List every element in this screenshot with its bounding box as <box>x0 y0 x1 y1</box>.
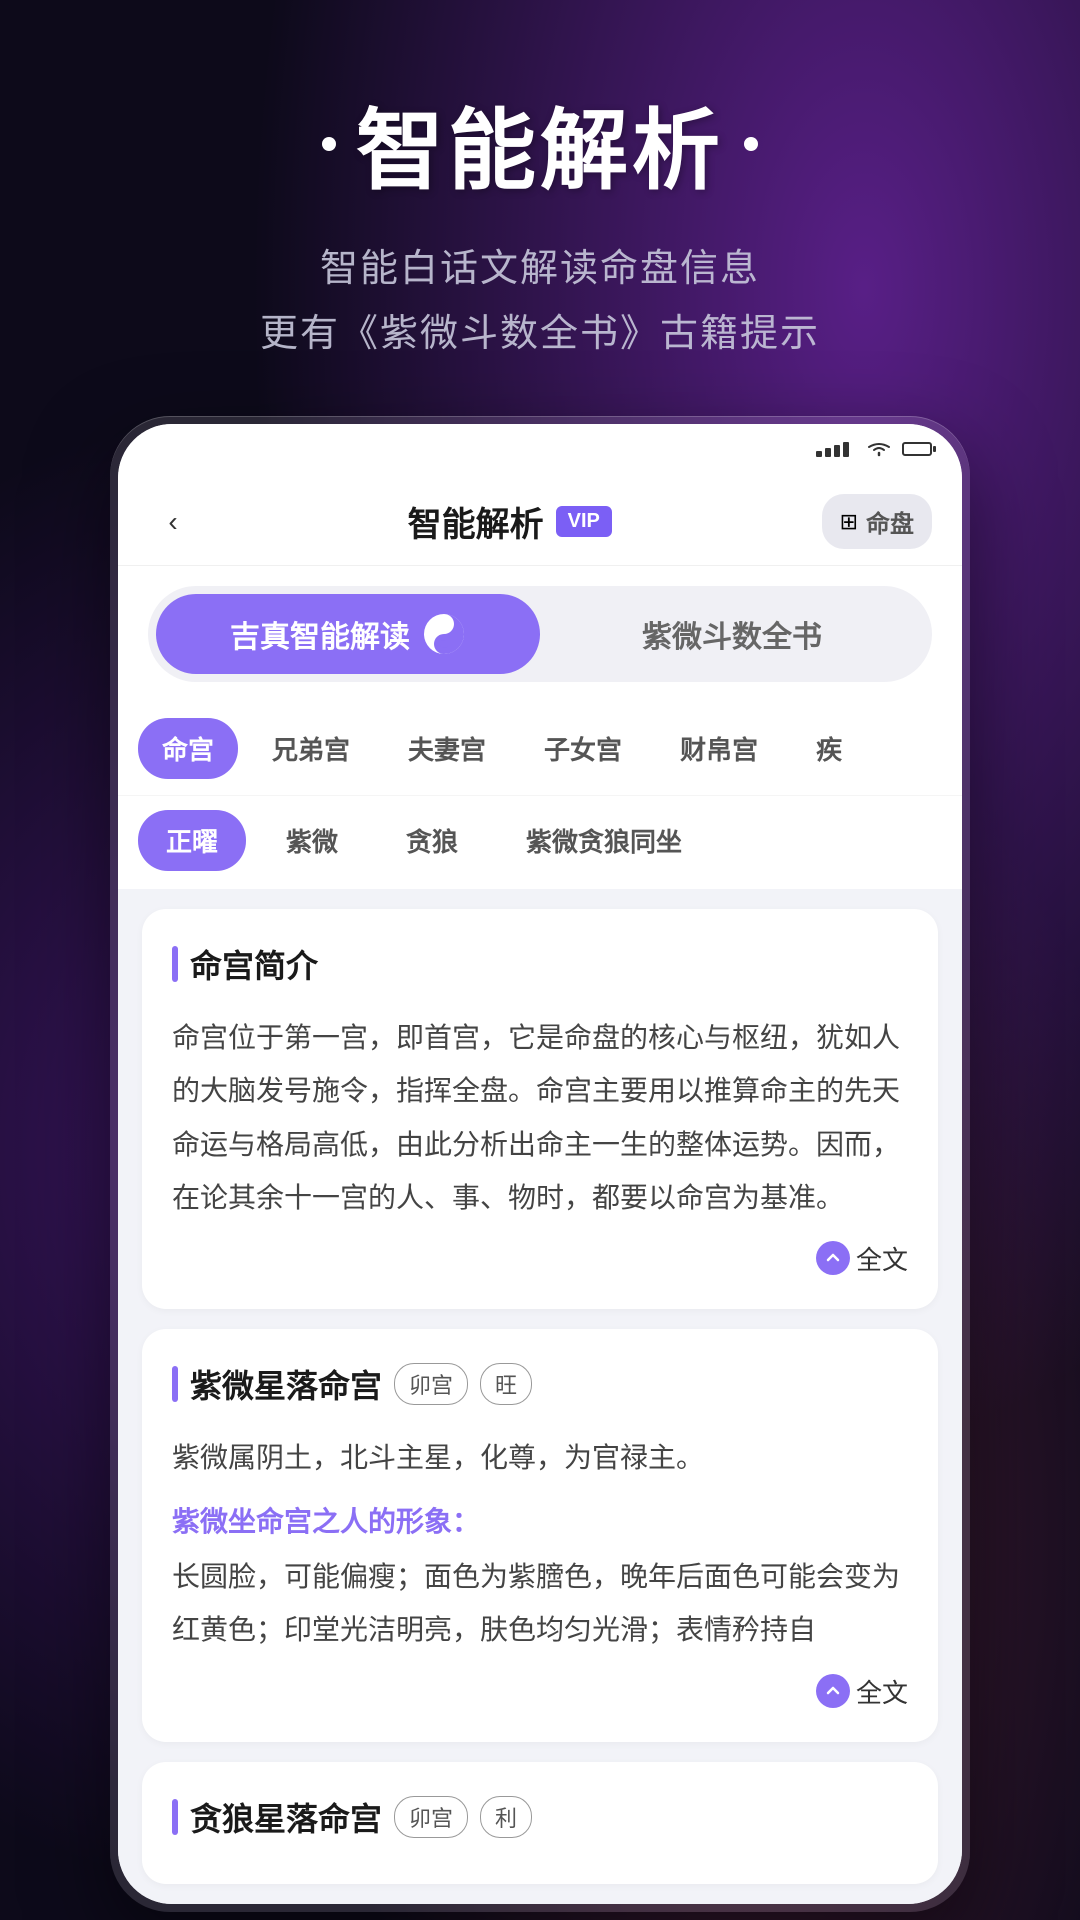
scroll-content: 命宫简介 命宫位于第一宫，即首宫，它是命盘的核心与枢纽，犹如人的大脑发号施令，指… <box>118 889 962 1903</box>
card-ziwei-body: 紫微属阴土，北斗主星，化尊，为官禄主。 <box>172 1431 908 1484</box>
toggle-section: 吉真智能解读 紫微斗数全书 <box>118 566 962 702</box>
status-bar <box>118 424 962 474</box>
badge-wang: 旺 <box>480 1363 532 1405</box>
app-title: 智能解析 <box>408 497 544 546</box>
header-section: 智能解析 智能白话文解读命盘信息 更有《紫微斗数全书》古籍提示 <box>260 80 820 366</box>
app-header: ‹ 智能解析 VIP ⊞ 命盘 <box>118 474 962 566</box>
card-tanlang-title: 贪狼星落命宫 <box>190 1794 382 1840</box>
read-more-icon-1 <box>816 1241 850 1275</box>
toggle-left-label: 吉真智能解读 <box>230 612 410 656</box>
title-dot-right <box>744 137 758 151</box>
toggle-left-button[interactable]: 吉真智能解读 <box>156 594 540 674</box>
tab2-zhengyao[interactable]: 正曜 <box>138 810 246 871</box>
subtitle: 智能白话文解读命盘信息 更有《紫微斗数全书》古籍提示 <box>260 237 820 366</box>
card-ziwei-title: 紫微星落命宫 <box>190 1361 382 1407</box>
tabs-row-2: 正曜 紫微 贪狼 紫微贪狼同坐 <box>118 796 962 889</box>
wifi-icon <box>864 441 894 457</box>
badge-li: 利 <box>480 1796 532 1838</box>
tab-fuqigong[interactable]: 夫妻宫 <box>384 718 510 779</box>
tab-zinugong[interactable]: 子女宫 <box>520 718 646 779</box>
card-tanlang-header: 贪狼星落命宫 卯宫 利 <box>172 1794 908 1840</box>
tabs-row-1: 命宫 兄弟宫 夫妻宫 子女宫 财帛宫 疾 <box>118 702 962 796</box>
status-icons <box>816 441 932 457</box>
card-ziwei-mingong: 紫微星落命宫 卯宫 旺 紫微属阴土，北斗主星，化尊，为官禄主。 紫微坐命宫之人的… <box>142 1329 938 1742</box>
read-more-text-2: 全文 <box>856 1673 908 1710</box>
toggle-right-button[interactable]: 紫微斗数全书 <box>540 594 924 674</box>
mingpan-icon: ⊞ <box>840 509 858 535</box>
tab-mingong[interactable]: 命宫 <box>138 718 238 779</box>
card-accent-2 <box>172 1366 178 1402</box>
read-more-text-1: 全文 <box>856 1240 908 1277</box>
title-dot-left <box>322 137 336 151</box>
card-mingong-header: 命宫简介 <box>172 941 908 987</box>
toggle-container: 吉真智能解读 紫微斗数全书 <box>148 586 932 682</box>
toggle-right-label: 紫微斗数全书 <box>642 612 822 656</box>
title-row: 智能解析 <box>260 80 820 207</box>
card-ziwei-body2: 长圆脸，可能偏瘦；面色为紫膪色，晚年后面色可能会变为红黄色；印堂光洁明亮，肤色均… <box>172 1550 908 1656</box>
purple-subtitle: 紫微坐命宫之人的形象： <box>172 1500 908 1540</box>
mingpan-text: 命盘 <box>866 504 914 539</box>
card-accent <box>172 946 178 982</box>
vip-badge: VIP <box>556 506 612 537</box>
card-mingong-body: 命宫位于第一宫，即首宫，它是命盘的核心与枢纽，犹如人的大脑发号施令，指挥全盘。命… <box>172 1011 908 1224</box>
tab2-ziwei-tanlang[interactable]: 紫微贪狼同坐 <box>498 810 710 871</box>
badge-maogong: 卯宫 <box>394 1363 468 1405</box>
mingpan-button[interactable]: ⊞ 命盘 <box>822 494 932 549</box>
back-button[interactable]: ‹ <box>148 497 198 547</box>
read-more-icon-2 <box>816 1674 850 1708</box>
tab-xiongdigong[interactable]: 兄弟宫 <box>248 718 374 779</box>
tab2-tanlang[interactable]: 贪狼 <box>378 810 486 871</box>
signal-icon <box>816 441 856 457</box>
chevron-up-icon-1 <box>826 1251 840 1265</box>
card-tanlang-mingong: 贪狼星落命宫 卯宫 利 <box>142 1762 938 1884</box>
yinyang-icon <box>422 612 466 656</box>
header-center: 智能解析 VIP <box>408 497 612 546</box>
card-mingong-intro: 命宫简介 命宫位于第一宫，即首宫，它是命盘的核心与枢纽，犹如人的大脑发号施令，指… <box>142 909 938 1309</box>
card-mingong-title: 命宫简介 <box>190 941 318 987</box>
page-title: 智能解析 <box>356 80 724 207</box>
tab2-ziwei[interactable]: 紫微 <box>258 810 366 871</box>
chevron-up-icon-2 <box>826 1684 840 1698</box>
phone-frame: ‹ 智能解析 VIP ⊞ 命盘 吉真智能解读 <box>110 416 970 1911</box>
phone-inner: ‹ 智能解析 VIP ⊞ 命盘 吉真智能解读 <box>118 424 962 1903</box>
read-more-1[interactable]: 全文 <box>172 1240 908 1277</box>
tab-ji[interactable]: 疾 <box>792 718 866 779</box>
read-more-2[interactable]: 全文 <box>172 1673 908 1710</box>
tab-caibogong[interactable]: 财帛宫 <box>656 718 782 779</box>
badge-tanlang-maogong: 卯宫 <box>394 1796 468 1838</box>
battery-icon <box>902 442 932 456</box>
card-accent-3 <box>172 1799 178 1835</box>
card-ziwei-header: 紫微星落命宫 卯宫 旺 <box>172 1361 908 1407</box>
